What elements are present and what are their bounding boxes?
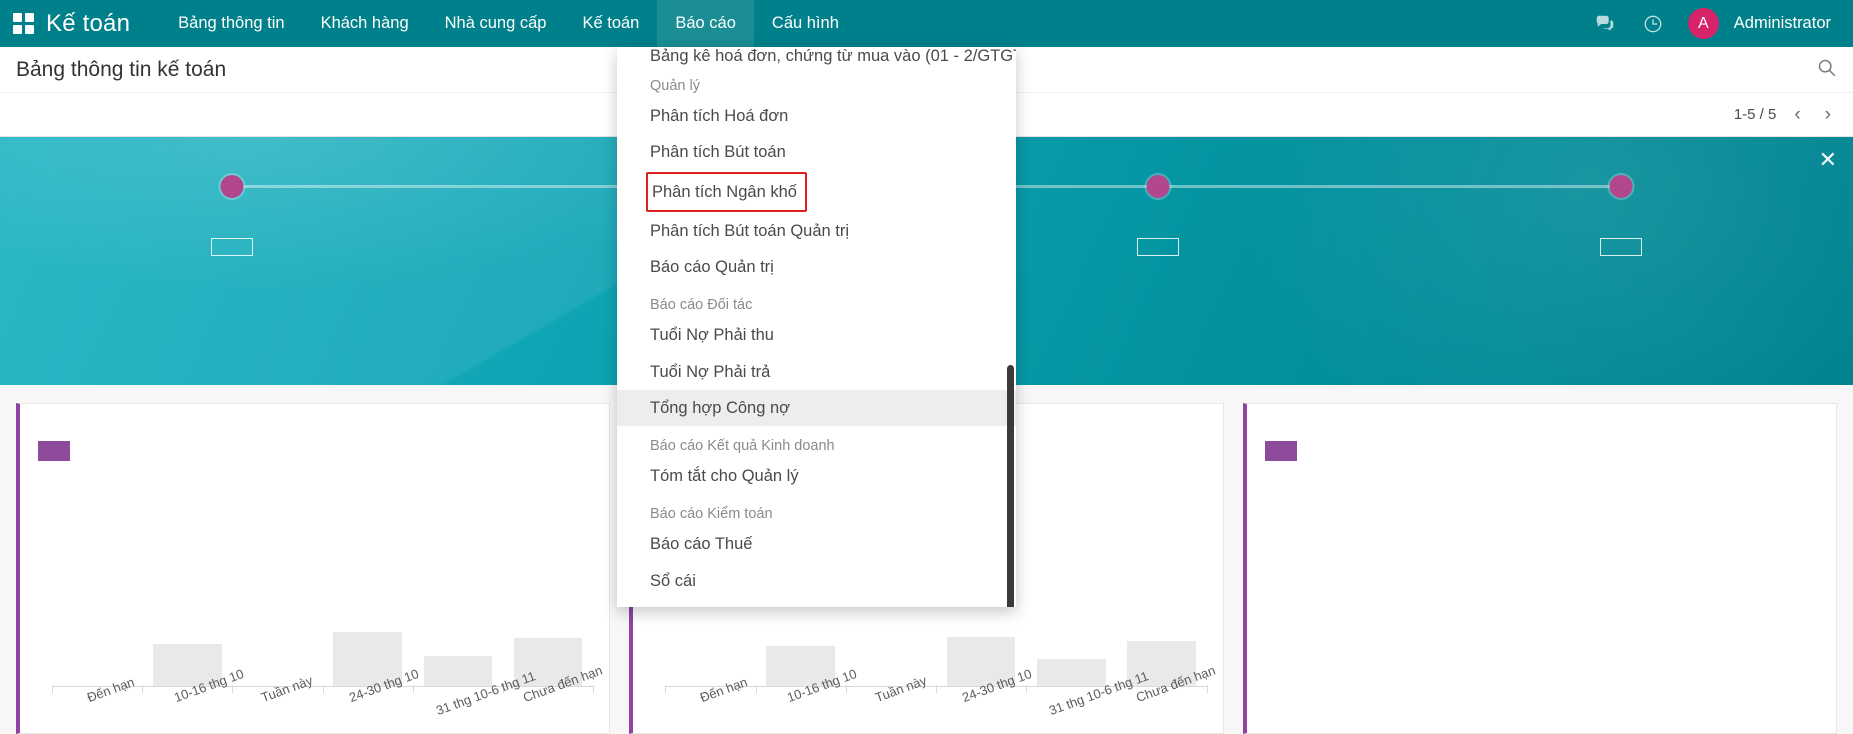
dropdown-section-header: Quản lý (650, 78, 700, 94)
dropdown-item-phan-tich-ngan-kho[interactable]: Phân tích Ngân khố (646, 171, 807, 212)
step-dot (1146, 175, 1170, 198)
pager-next-icon[interactable]: › (1819, 103, 1837, 126)
pager-count: 1-5 / 5 (1733, 106, 1777, 123)
card-header (20, 404, 609, 426)
onboarding-step-1 (0, 137, 464, 385)
pager-prev-icon[interactable]: ‹ (1788, 103, 1806, 126)
reports-dropdown-menu: Bảng kê hoá đơn, chứng từ mua vào (01 - … (617, 47, 1016, 607)
dropdown-item[interactable]: Sổ cái (617, 563, 1016, 599)
user-name-label[interactable]: Administrator (1734, 14, 1831, 33)
nav-menu-2[interactable]: Khách hàng (303, 0, 427, 47)
dropdown-partial-item[interactable]: Bảng kê hoá đơn, chứng từ mua vào (01 - … (617, 47, 1016, 66)
step-dot (220, 175, 244, 198)
dropdown-item[interactable]: Tuổi Nợ Phải thu (617, 317, 1016, 353)
dropdown-item[interactable]: Bảng cân đối số phát sinh (617, 599, 1016, 607)
dropdown-scroll-area: Bảng kê hoá đơn, chứng từ mua vào (01 - … (617, 47, 1016, 607)
nav-menu-list: Bảng thông tin Khách hàng Nhà cung cấp Kế t… (160, 0, 857, 47)
avatar[interactable]: A (1687, 8, 1719, 39)
dropdown-item[interactable]: Tóm tắt cho Quản lý (617, 458, 1016, 494)
app-root: Kế toán Bảng thông tin Khách hàng Nhà cung… (0, 0, 1853, 734)
dropdown-item[interactable]: Báo cáo Thuế (617, 526, 1016, 562)
dropdown-section-header: Báo cáo Đối tác (650, 297, 753, 314)
card-menu-icon[interactable] (1201, 422, 1209, 426)
nav-menu-3[interactable]: Nhà cung cấp (427, 0, 565, 47)
nav-menu-6[interactable]: Cấu hình (754, 0, 857, 47)
dropdown-item[interactable]: Tổng hợp Công nợ (617, 389, 1016, 427)
onboarding-step-4 (1389, 137, 1853, 385)
dropdown-item[interactable]: Phân tích Bút toán (617, 134, 1016, 170)
close-icon[interactable]: ✕ (1819, 149, 1837, 171)
apps-grid-icon[interactable] (0, 0, 46, 47)
dropdown-item[interactable]: Tuổi Nợ Phải trả (617, 354, 1016, 390)
pager: 1-5 / 5 ‹ › (1734, 103, 1837, 126)
chart-label-group: Đến hạn 10-16 thg 10 Tuần này 24-30 thg 10 3… (40, 663, 605, 733)
search-icon[interactable] (1816, 57, 1837, 83)
card-menu-icon[interactable] (1814, 422, 1822, 426)
chat-bubbles-icon[interactable] (1584, 0, 1626, 47)
clock-icon[interactable] (1632, 0, 1674, 47)
chart-label-group: Đến hạn 10-16 thg 10 Tuần này 24-30 thg 10 3… (653, 663, 1218, 733)
dropdown-groups: Quản lý Phân tích Hoá đơn Phân tích Bút to… (617, 66, 1016, 607)
card-primary-button[interactable] (38, 441, 70, 461)
top-navbar: Kế toán Bảng thông tin Khách hàng Nhà cung… (0, 0, 1853, 47)
dropdown-item[interactable]: Phân tích Bút toán Quản trị (617, 213, 1016, 249)
dropdown-scrollbar[interactable] (1007, 365, 1014, 607)
step-dot (1609, 175, 1633, 198)
dropdown-item-highlighted-wrap: Phân tích Ngân khố (617, 171, 1016, 213)
card-chart: Đến hạn 10-16 thg 10 Tuần này 24-30 thg 10 3… (643, 613, 1218, 733)
card-primary-button[interactable] (1264, 441, 1297, 461)
dropdown-section-header: Báo cáo Kiểm toán (650, 506, 773, 523)
dashboard-card-1: Đến hạn 10-16 thg 10 Tuần này 24-30 thg 10 3… (16, 403, 611, 734)
nav-menu-4[interactable]: Kế toán (564, 0, 657, 47)
card-body (1247, 426, 1836, 461)
card-chart: Đến hạn 10-16 thg 10 Tuần này 24-30 thg 10 3… (30, 613, 605, 733)
breadcrumb: Bảng thông tin kế toán (16, 57, 227, 81)
step-connector-line (1389, 185, 1622, 188)
step-connector-line (231, 185, 464, 188)
dropdown-item[interactable]: Báo cáo Quản trị (617, 249, 1016, 285)
nav-menu-1[interactable]: Bảng thông tin (160, 0, 302, 47)
nav-menu-5[interactable]: Báo cáo (657, 0, 754, 47)
dropdown-section-header: Báo cáo Kết quả Kinh doanh (650, 438, 835, 455)
dashboard-card-3 (1242, 403, 1837, 734)
chart-bar (1037, 659, 1106, 687)
card-header (1247, 404, 1836, 426)
chart-bar (423, 656, 493, 687)
app-brand-title[interactable]: Kế toán (46, 10, 138, 38)
step-action-button[interactable] (210, 238, 253, 256)
dropdown-item[interactable]: Phân tích Hoá đơn (617, 98, 1016, 134)
step-action-button[interactable] (1137, 238, 1180, 256)
chart-column (1026, 617, 1116, 687)
navbar-right-group: A Administrator (1584, 0, 1853, 47)
step-action-button[interactable] (1600, 238, 1643, 256)
chart-column (413, 617, 503, 687)
card-menu-icon[interactable] (587, 422, 595, 426)
card-body (20, 426, 609, 461)
